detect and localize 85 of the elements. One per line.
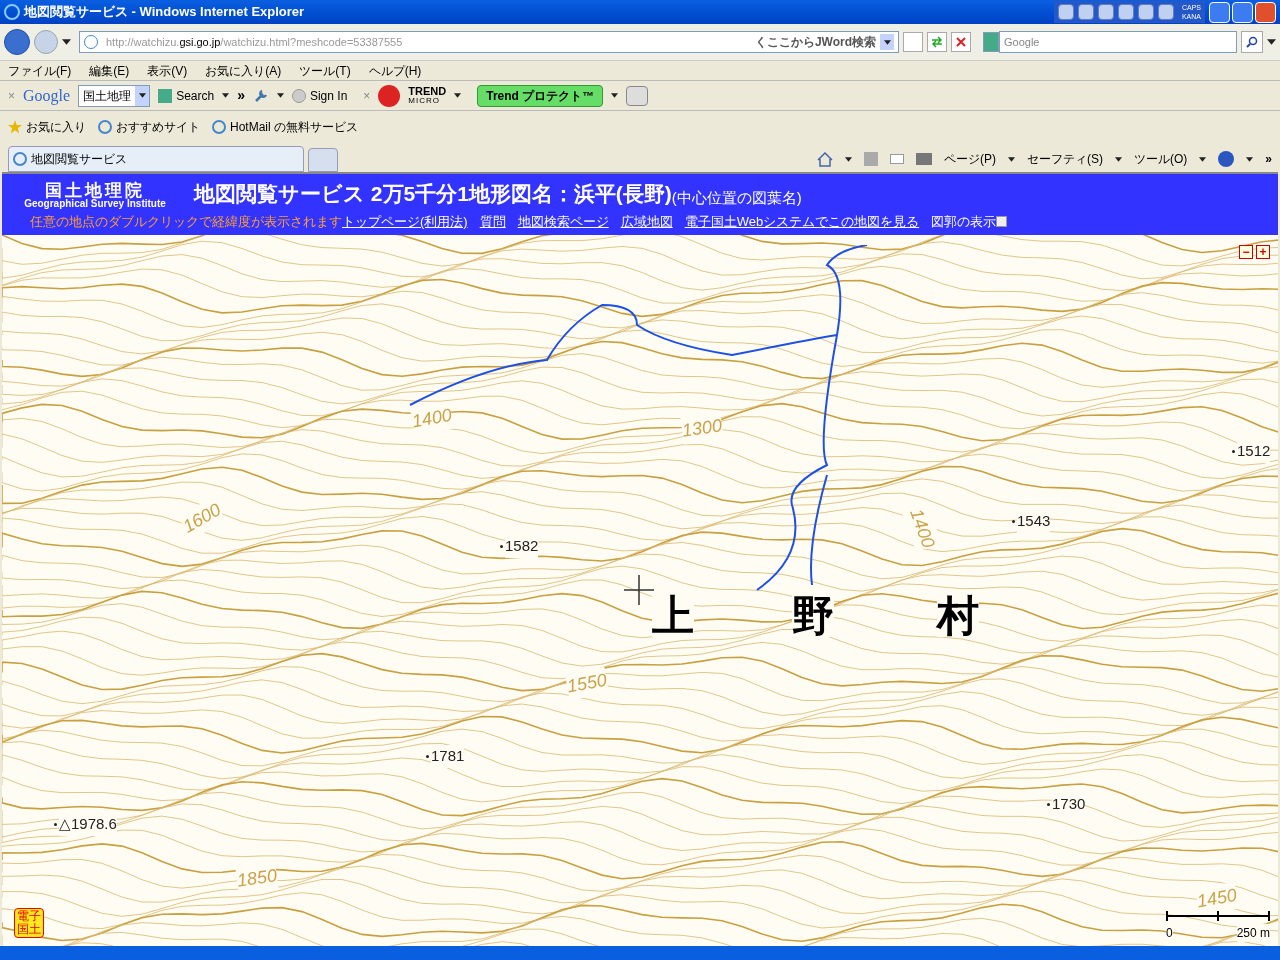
close-button[interactable]	[1255, 1, 1276, 23]
header-link[interactable]: 質問	[479, 212, 506, 232]
more-commands-button[interactable]: »	[1265, 150, 1272, 168]
place-name-label: 上	[652, 595, 694, 637]
caret-icon[interactable]	[1246, 156, 1254, 162]
help-icon[interactable]	[1218, 151, 1235, 167]
contour-label: 1550	[564, 666, 610, 701]
search-field[interactable]: Google	[999, 31, 1237, 53]
caret-icon[interactable]	[1199, 156, 1207, 162]
ime-tool-icon[interactable]	[1157, 4, 1174, 20]
caret-icon[interactable]	[222, 93, 230, 98]
favorites-item[interactable]: おすすめサイト	[98, 117, 200, 136]
header-link[interactable]: トップページ(利用法)	[342, 212, 468, 232]
ime-tool-icon[interactable]	[1057, 4, 1074, 20]
spot-height-label: 1512	[1237, 440, 1271, 463]
back-button[interactable]	[4, 29, 30, 55]
trend-logo-icon	[378, 84, 401, 107]
menu-item[interactable]: ツール(T)	[299, 61, 351, 80]
menu-item[interactable]: ファイル(F)	[8, 61, 72, 80]
jword-text: くここからJWord検索	[754, 34, 876, 51]
close-x-icon	[956, 37, 966, 47]
scale-bar-icon	[1166, 911, 1270, 921]
command-menu-button[interactable]: ツール(O)	[1134, 150, 1188, 168]
denshi-kokudo-badge[interactable]: 電子国土	[14, 908, 44, 938]
restore-button[interactable]	[1232, 1, 1253, 23]
menu-item[interactable]: ヘルプ(H)	[368, 61, 422, 80]
stop-button[interactable]	[951, 32, 971, 52]
hint-text: 任意の地点のダブルクリックで経緯度が表示されます	[30, 213, 342, 231]
caret-icon[interactable]	[845, 156, 852, 162]
caret-icon[interactable]	[138, 93, 146, 98]
favorites-item[interactable]: お気に入り	[8, 117, 86, 136]
browser-tab[interactable]: 地図閲覧サービス	[8, 146, 304, 172]
header-link[interactable]: 広域地図	[620, 212, 673, 232]
refresh-arrows-icon	[931, 36, 943, 48]
ime-tool-icon[interactable]	[1097, 4, 1114, 20]
checkbox-label: 図郭の表示	[931, 213, 997, 231]
header-link[interactable]: 地図検索ページ	[517, 212, 609, 232]
trend-logo-subtext: MICRO	[408, 95, 441, 106]
google-logo: Google	[23, 85, 71, 107]
trend-protect-button[interactable]: Trend プロテクト™	[477, 84, 604, 107]
star-icon	[8, 119, 22, 134]
caret-icon[interactable]	[454, 93, 462, 98]
window-title: 地図閲覧サービス - Windows Internet Explorer	[24, 3, 305, 22]
favorites-item[interactable]: HotMail の無料サービス	[212, 117, 358, 136]
minimize-button[interactable]	[1209, 1, 1230, 23]
search-button[interactable]	[1241, 31, 1263, 53]
ime-tool-icon[interactable]	[1117, 4, 1134, 20]
menu-item[interactable]: 表示(V)	[147, 61, 188, 80]
more-button[interactable]: »	[237, 85, 245, 106]
page-title: 地図閲覧サービス 2万5千分1地形図名：浜平(長野)	[194, 180, 672, 205]
page-subtitle: (中心位置の図葉名)	[671, 188, 802, 208]
search-icon	[1246, 36, 1258, 48]
header-link[interactable]: 電子国土Webシステムでこの地図を見る	[684, 212, 920, 232]
command-menu-button[interactable]: ページ(P)	[944, 150, 996, 168]
ime-tool-icon[interactable]	[1137, 4, 1154, 20]
home-icon[interactable]	[817, 151, 833, 167]
caret-icon[interactable]	[1008, 156, 1015, 162]
scale-end-label: 250 m	[1236, 924, 1270, 942]
logo-text: 国土地理院	[45, 182, 145, 199]
menu-item[interactable]: お気に入り(A)	[205, 61, 282, 80]
caret-icon[interactable]	[1267, 39, 1276, 45]
caret-icon[interactable]	[611, 93, 619, 98]
topographic-map[interactable]: 1512 1543 1582 1781 1730 △1978.6 1400 1300 1600 1400 1550 1850 1450 上 野 村 − + 電子国土 0 250 m	[2, 235, 1278, 946]
zoom-in-button[interactable]: +	[1256, 245, 1270, 259]
caret-icon[interactable]	[276, 93, 284, 98]
caret-icon[interactable]	[62, 39, 71, 45]
sign-in-button[interactable]: Sign In	[291, 86, 348, 105]
zoom-out-button[interactable]: −	[1239, 245, 1253, 259]
trend-logo-text: TREND	[408, 85, 447, 96]
place-name-label: 野	[792, 595, 834, 637]
logo-subtext: Geographical Survey Institute	[24, 199, 166, 209]
command-menu-button[interactable]: セーフティ(S)	[1027, 150, 1103, 168]
refresh-button[interactable]	[927, 32, 947, 52]
spot-height-label: 1781	[431, 745, 465, 768]
caret-icon[interactable]	[883, 39, 891, 45]
frame-checkbox[interactable]	[996, 216, 1008, 228]
menu-item[interactable]: 編集(E)	[89, 61, 130, 80]
url-text: http://watchizu.gsi.go.jp/watchizu.html?meshcode=53387555	[106, 34, 403, 50]
search-button[interactable]: Search	[158, 86, 215, 105]
google-search-select[interactable]: 国土地理	[78, 84, 151, 107]
ime-tool-icon[interactable]	[1077, 4, 1094, 20]
address-field[interactable]: http://watchizu.gsi.go.jp/watchizu.html?meshcode=53387555 くここからJWord検索	[79, 31, 899, 53]
place-name-label: 村	[937, 595, 979, 637]
caret-icon[interactable]	[1115, 156, 1122, 162]
crosshair-icon	[624, 575, 654, 605]
